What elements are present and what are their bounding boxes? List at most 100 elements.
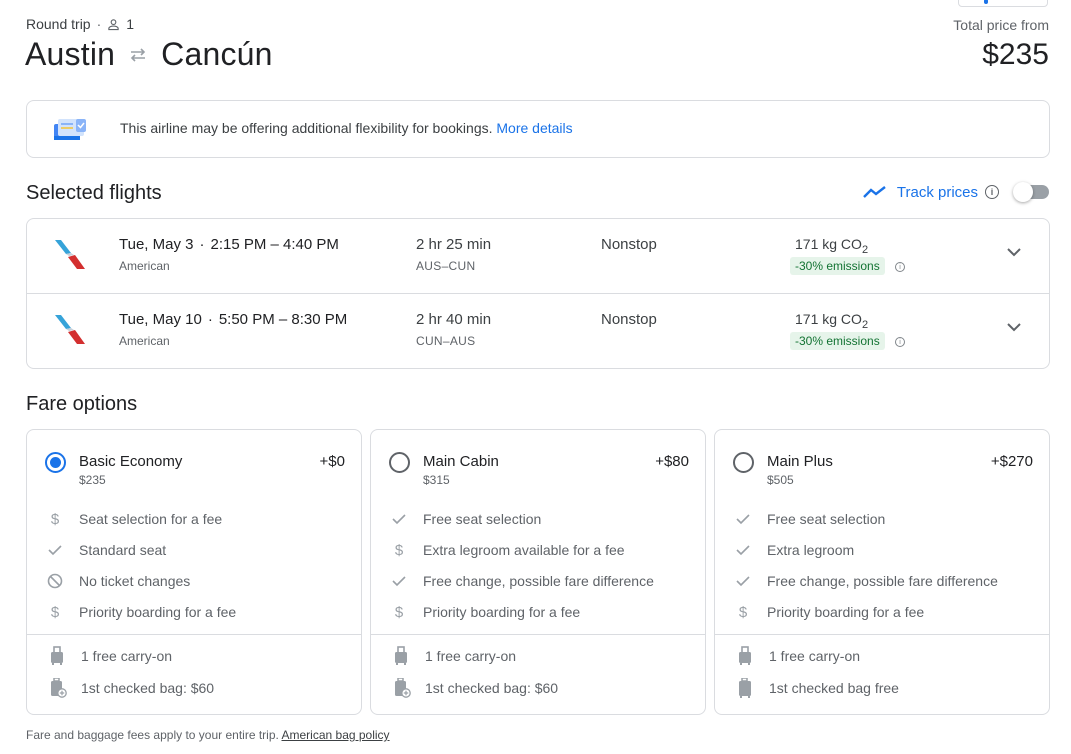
person-icon	[108, 18, 119, 30]
banner-message: This airline may be offering additional …	[120, 120, 493, 136]
fare-feature: Standard seat	[27, 540, 361, 560]
fare-price-difference: +$270	[990, 453, 1033, 470]
total-price: $235	[982, 38, 1049, 71]
flight-route: AUS–CUN	[416, 259, 476, 273]
fare-card-main-plus[interactable]: Main Plus $505 +$270 Free seat selection Ext…	[714, 429, 1050, 715]
fare-feature: Free change, possible fare difference	[371, 571, 705, 591]
fare-feature: Free seat selection	[371, 509, 705, 529]
origin-city: Austin	[25, 36, 116, 72]
check-icon	[735, 511, 751, 527]
fare-feature-text: No ticket changes	[79, 573, 191, 589]
fare-total-price: $315	[423, 473, 450, 487]
fare-feature-text: Free seat selection	[423, 511, 542, 527]
co2-subscript: 2	[861, 243, 869, 256]
baggage-item: 1st checked bag free	[715, 677, 1049, 698]
emissions-badge: -30% emissions	[790, 257, 885, 275]
separator: ·	[199, 236, 205, 253]
trending-icon	[863, 186, 886, 198]
fare-feature-text: Priority boarding for a fee	[79, 604, 237, 620]
carry-on-icon	[393, 646, 409, 666]
co2-value: 171 kg CO	[795, 311, 862, 327]
top-button-fragment[interactable]	[958, 0, 1048, 7]
flight-time-range: 5:50 PM – 8:30 PM	[218, 311, 348, 328]
emissions-info-icon[interactable]: i	[895, 337, 905, 347]
flight-stops: Nonstop	[601, 236, 657, 253]
baggage-text: 1 free carry-on	[425, 648, 517, 664]
fare-feature: $ Priority boarding for a fee	[27, 602, 361, 622]
fare-feature: $ Priority boarding for a fee	[371, 602, 705, 622]
more-details-link[interactable]: More details	[496, 120, 572, 136]
banner-text: This airline may be offering additional …	[120, 120, 573, 136]
emissions-badge: -30% emissions	[790, 332, 885, 350]
divider	[371, 634, 705, 635]
trip-type: Round trip	[26, 16, 91, 32]
track-prices-label[interactable]: Track prices	[897, 184, 978, 201]
fare-card-basic-economy[interactable]: Basic Economy $235 +$0 $ Seat selection for …	[26, 429, 362, 715]
flight-date: Tue, May 3	[119, 236, 194, 253]
flight-times: Tue, May 3 · 2:15 PM – 4:40 PM	[119, 236, 339, 253]
flight-stops: Nonstop	[601, 311, 657, 328]
fare-radio-button[interactable]	[45, 452, 66, 473]
flexible-booking-icon	[54, 119, 86, 140]
co2-emissions: 171 kg CO2	[795, 311, 868, 331]
footnote-text: Fare and baggage fees apply to your enti…	[26, 728, 279, 742]
passenger-count: 1	[126, 16, 135, 32]
toggle-knob	[1013, 182, 1033, 202]
carry-on-icon	[49, 646, 65, 666]
dollar-icon: $	[394, 541, 404, 559]
chevron-down-icon[interactable]	[1007, 247, 1021, 257]
fare-feature-text: Extra legroom available for a fee	[423, 542, 625, 558]
baggage-text: 1 free carry-on	[769, 648, 861, 664]
track-prices-toggle[interactable]	[1013, 182, 1049, 202]
fare-total-price: $505	[767, 473, 794, 487]
co2-value: 171 kg CO	[795, 236, 862, 252]
fare-radio-button[interactable]	[733, 452, 754, 473]
fare-feature: Free change, possible fare difference	[715, 571, 1049, 591]
fare-price-difference: +$80	[655, 453, 689, 470]
bag-policy-link[interactable]: American bag policy	[282, 728, 390, 742]
route-title: Austin Cancún	[25, 36, 273, 73]
fare-feature-text: Seat selection for a fee	[79, 511, 223, 527]
emissions-info-icon[interactable]: i	[895, 262, 905, 272]
selected-flights-heading: Selected flights	[26, 182, 162, 204]
check-icon	[391, 573, 407, 589]
flight-duration: 2 hr 40 min	[416, 311, 492, 328]
round-trip-arrows-icon	[131, 47, 146, 62]
check-icon	[47, 542, 63, 558]
fare-feature-text: Free change, possible fare difference	[423, 573, 654, 589]
chevron-down-icon[interactable]	[1007, 322, 1021, 332]
check-icon	[735, 542, 751, 558]
dollar-icon: $	[50, 603, 60, 621]
fee-footnote: Fare and baggage fees apply to your enti…	[26, 728, 390, 742]
flight-route: CUN–AUS	[416, 334, 476, 348]
flight-row[interactable]: Tue, May 10 · 5:50 PM – 8:30 PM American 2…	[27, 294, 1049, 369]
baggage-item: 1st checked bag: $60	[27, 677, 361, 698]
trip-meta: Round trip · 1	[26, 16, 134, 32]
american-airlines-logo	[55, 315, 85, 344]
price-label: Total price from	[953, 17, 1049, 33]
fare-feature-text: Free seat selection	[767, 511, 886, 527]
baggage-item: 1 free carry-on	[715, 646, 1049, 666]
fare-name: Main Cabin	[423, 453, 499, 470]
fare-options-list: Basic Economy $235 +$0 $ Seat selection for …	[26, 429, 1050, 715]
checked-bag-fee-icon	[393, 677, 411, 698]
flight-row[interactable]: Tue, May 3 · 2:15 PM – 4:40 PM American 2 …	[27, 219, 1049, 294]
baggage-text: 1st checked bag free	[769, 680, 899, 696]
selected-flights-list: Tue, May 3 · 2:15 PM – 4:40 PM American 2 …	[26, 218, 1050, 369]
flight-date: Tue, May 10	[119, 311, 202, 328]
fare-feature: $ Seat selection for a fee	[27, 509, 361, 529]
baggage-item: 1 free carry-on	[27, 646, 361, 666]
check-icon	[735, 573, 751, 589]
dollar-icon: $	[50, 510, 60, 528]
fare-radio-button[interactable]	[389, 452, 410, 473]
fare-total-price: $235	[79, 473, 106, 487]
info-icon[interactable]: i	[985, 185, 999, 199]
dollar-icon: $	[738, 603, 748, 621]
flight-times: Tue, May 10 · 5:50 PM – 8:30 PM	[119, 311, 347, 328]
track-prices: Track prices i	[863, 182, 1049, 202]
divider	[715, 634, 1049, 635]
checked-bag-icon	[737, 677, 753, 698]
checked-bag-fee-icon	[49, 677, 67, 698]
fare-feature-text: Standard seat	[79, 542, 167, 558]
fare-card-main-cabin[interactable]: Main Cabin $315 +$80 Free seat selection $ Ex…	[370, 429, 706, 715]
